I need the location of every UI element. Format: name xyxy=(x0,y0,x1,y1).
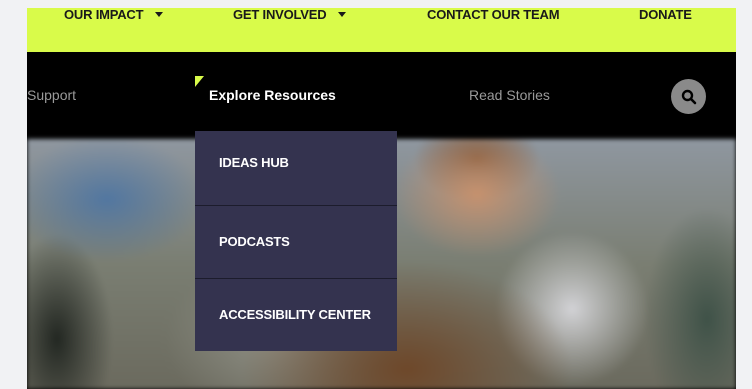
chevron-down-icon xyxy=(155,12,164,17)
nav-get-involved-label: GET INVOLVED xyxy=(233,8,327,22)
nav-support[interactable]: Support xyxy=(27,87,76,103)
nav-our-impact[interactable]: OUR IMPACT xyxy=(64,8,164,22)
nav-our-impact-label: OUR IMPACT xyxy=(64,8,144,22)
search-icon xyxy=(681,89,696,104)
explore-resources-dropdown: IDEAS HUB PODCASTS ACCESSIBILITY CENTER xyxy=(195,131,397,351)
search-button[interactable] xyxy=(671,79,706,114)
active-marker-icon xyxy=(195,76,204,87)
dropdown-item-ideas-hub[interactable]: IDEAS HUB xyxy=(195,131,397,206)
dropdown-item-podcasts[interactable]: PODCASTS xyxy=(195,206,397,279)
nav-read-stories[interactable]: Read Stories xyxy=(469,87,550,103)
nav-contact-our-team[interactable]: CONTACT OUR TEAM xyxy=(427,8,560,22)
page-frame: OUR IMPACT GET INVOLVED CONTACT OUR TEAM… xyxy=(27,8,736,389)
nav-donate[interactable]: DONATE xyxy=(639,8,692,22)
dropdown-item-accessibility-center[interactable]: ACCESSIBILITY CENTER xyxy=(195,279,397,351)
nav-get-involved[interactable]: GET INVOLVED xyxy=(233,8,347,22)
nav-explore-resources[interactable]: Explore Resources xyxy=(209,87,336,103)
utility-nav-bar: OUR IMPACT GET INVOLVED CONTACT OUR TEAM… xyxy=(27,8,736,52)
chevron-down-icon xyxy=(338,12,347,17)
main-nav-bar: Support Explore Resources Read Stories xyxy=(27,52,736,139)
